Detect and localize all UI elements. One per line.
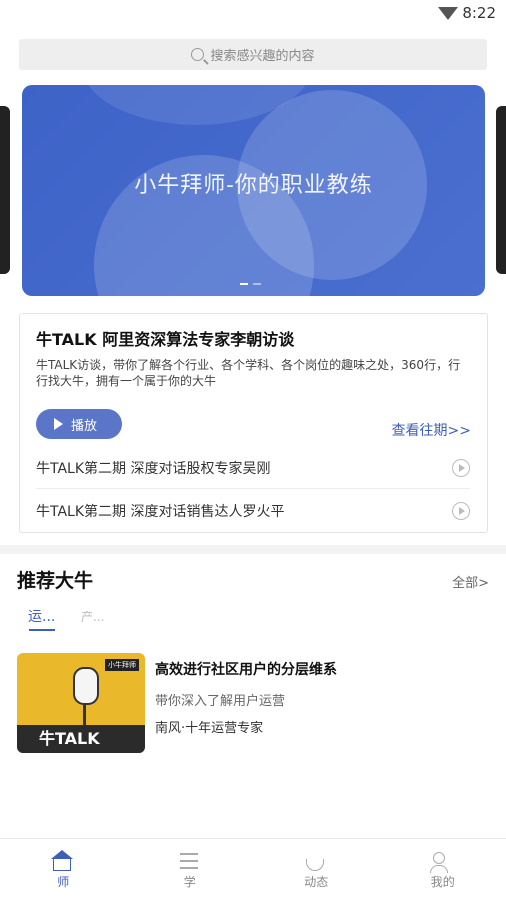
episode-title: 牛TALK第二期 深度对话股权专家吴刚 bbox=[36, 458, 270, 478]
search-bar[interactable]: 搜索感兴趣的内容 bbox=[19, 39, 487, 70]
episode-item[interactable]: 牛TALK第二期 深度对话股权专家吴刚 bbox=[36, 448, 470, 489]
talk-description: 牛TALK访谈，带你了解各个行业、各个学科、各个岗位的趣味之处，360行，行行找… bbox=[36, 357, 472, 389]
tab-product[interactable]: 产... bbox=[81, 608, 104, 625]
bottom-tab-bar: 师 学 动态 我的 bbox=[0, 838, 506, 901]
thumb-label: 牛TALK bbox=[39, 725, 100, 749]
home-icon bbox=[53, 859, 71, 871]
course-author: 南风·十年运营专家 bbox=[155, 717, 263, 736]
tab-indicator bbox=[29, 629, 55, 631]
banner-dot bbox=[240, 283, 248, 285]
search-icon bbox=[191, 48, 204, 61]
episode-item[interactable]: 牛TALK第二期 深度对话销售达人罗火平 bbox=[36, 491, 470, 531]
talk-title: 牛TALK 阿里资深算法专家李朝访谈 bbox=[36, 326, 294, 350]
status-time: 8:22 bbox=[462, 4, 496, 22]
banner-title: 小牛拜师-你的职业教练 bbox=[22, 167, 485, 199]
course-subtitle: 带你深入了解用户运营 bbox=[155, 690, 285, 709]
profile-icon bbox=[433, 852, 445, 864]
banner-dot bbox=[253, 283, 261, 285]
learn-icon bbox=[180, 853, 198, 869]
play-button[interactable]: 播放 bbox=[36, 409, 122, 439]
tab-learn[interactable]: 学 bbox=[127, 839, 254, 901]
tab-profile[interactable]: 我的 bbox=[380, 839, 506, 901]
banner[interactable]: 小牛拜师-你的职业教练 bbox=[22, 85, 485, 296]
microphone-icon bbox=[73, 667, 99, 705]
next-banner-peek[interactable] bbox=[496, 106, 506, 274]
microphone-stand bbox=[83, 705, 86, 727]
recommend-title: 推荐大牛 bbox=[17, 566, 93, 593]
tab-label: 师 bbox=[57, 873, 69, 890]
view-history-link[interactable]: 查看往期>> bbox=[392, 420, 471, 440]
banner-pagination bbox=[240, 283, 261, 285]
status-bar: 8:22 bbox=[0, 0, 506, 28]
wifi-icon bbox=[438, 7, 458, 20]
tab-teacher[interactable]: 师 bbox=[0, 839, 127, 901]
play-circle-icon[interactable] bbox=[452, 459, 470, 477]
tab-label: 动态 bbox=[304, 873, 328, 890]
prev-banner-peek[interactable] bbox=[0, 106, 10, 274]
dynamic-icon bbox=[306, 859, 324, 871]
course-title[interactable]: 高效进行社区用户的分层维系 bbox=[155, 659, 337, 679]
section-divider bbox=[0, 545, 506, 554]
tab-operations[interactable]: 运... bbox=[28, 606, 55, 626]
tab-dynamic[interactable]: 动态 bbox=[253, 839, 380, 901]
play-icon bbox=[54, 418, 63, 430]
search-placeholder: 搜索感兴趣的内容 bbox=[210, 45, 314, 64]
talk-card: 牛TALK 阿里资深算法专家李朝访谈 牛TALK访谈，带你了解各个行业、各个学科… bbox=[19, 313, 488, 533]
tab-label: 我的 bbox=[431, 873, 455, 890]
thumb-tag: 小牛拜师 bbox=[105, 659, 139, 671]
play-circle-icon[interactable] bbox=[452, 502, 470, 520]
episode-title: 牛TALK第二期 深度对话销售达人罗火平 bbox=[36, 501, 284, 521]
recommend-all-link[interactable]: 全部> bbox=[452, 572, 489, 591]
course-thumbnail[interactable]: 小牛拜师 牛TALK bbox=[17, 653, 145, 753]
tab-label: 学 bbox=[184, 873, 196, 890]
play-label: 播放 bbox=[71, 415, 97, 434]
